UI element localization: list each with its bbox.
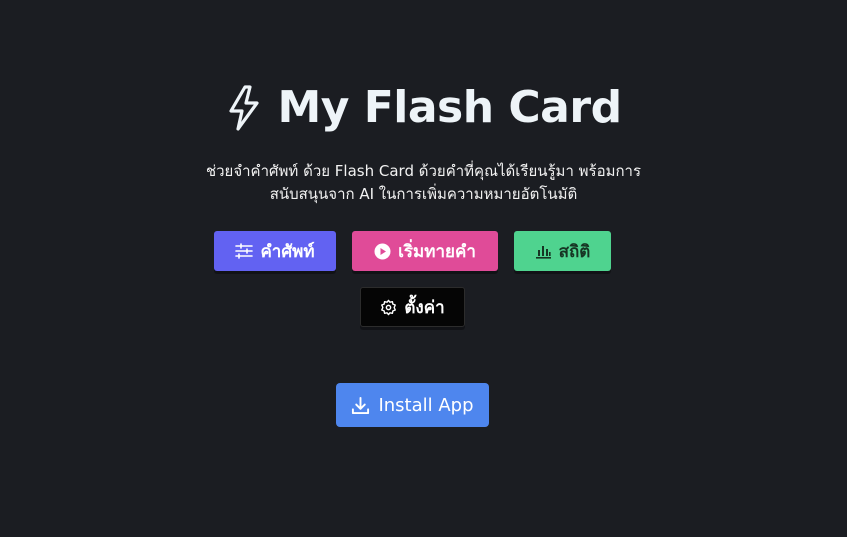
install-app-button-label: Install App xyxy=(378,394,474,416)
subtitle-line-1: ช่วยจำคำศัพท์ ด้วย Flash Card ด้วยคำที่ค… xyxy=(205,162,642,180)
gear-icon xyxy=(381,299,397,315)
header: My Flash Card xyxy=(0,80,847,136)
page-subtitle: ช่วยจำคำศัพท์ ด้วย Flash Card ด้วยคำที่ค… xyxy=(150,160,697,206)
subtitle-line-2: สนับสนุนจาก AI ในการเพิ่มความหมายอัตโนมั… xyxy=(269,185,578,203)
words-button-label: คำศัพท์ xyxy=(260,241,315,262)
settings-button[interactable]: ตั้งค่า xyxy=(360,287,465,327)
stats-button-label: สถิติ xyxy=(558,241,591,262)
app-page: My Flash Card ช่วยจำคำศัพท์ ด้วย Flash C… xyxy=(0,0,847,537)
sliders-icon xyxy=(235,243,254,259)
download-icon xyxy=(352,396,370,414)
play-circle-icon xyxy=(374,243,391,259)
page-title: My Flash Card xyxy=(277,82,622,133)
bar-chart-icon xyxy=(535,246,551,259)
start-quiz-button-label: เริ่มทายคำ xyxy=(398,241,476,262)
start-quiz-button[interactable]: เริ่มทายคำ xyxy=(352,231,498,271)
install-app-button[interactable]: Install App xyxy=(336,383,489,427)
stats-button[interactable]: สถิติ xyxy=(514,231,611,271)
words-button[interactable]: คำศัพท์ xyxy=(214,231,336,271)
settings-button-label: ตั้งค่า xyxy=(404,297,445,318)
lightning-bolt-icon xyxy=(229,85,260,131)
